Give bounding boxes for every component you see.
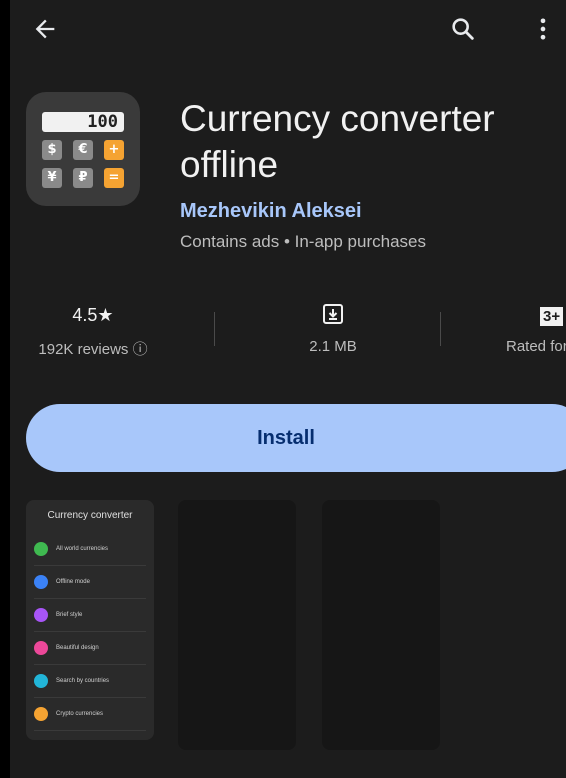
feature-icon xyxy=(34,542,48,556)
feature-divider xyxy=(34,730,146,731)
app-icon-key: $ xyxy=(42,140,62,160)
app-icon-key: ₽ xyxy=(73,168,93,188)
screenshot-feature-item: Calculator xyxy=(34,736,146,740)
stat-divider xyxy=(214,312,215,346)
screenshot-feature-item: Beautiful design xyxy=(34,637,146,659)
screenshot-feature-item: Search by countries xyxy=(34,670,146,692)
feature-icon xyxy=(34,608,48,622)
app-details-screen: 100 $ € + ¥ ₽ = Currency converter offli… xyxy=(10,0,566,778)
app-meta: Contains ads • In-app purchases xyxy=(180,232,426,251)
feature-divider xyxy=(34,598,146,599)
screenshot-feature-item: Offline mode xyxy=(34,571,146,593)
screenshot-thumbnail[interactable] xyxy=(178,500,296,750)
feature-divider xyxy=(34,664,146,665)
screenshot-feature-item: Crypto currencies xyxy=(34,703,146,725)
feature-label: All world currencies xyxy=(56,546,109,552)
content-rating-label: Rated for xyxy=(506,338,566,355)
rating-stat[interactable]: 4.5★ 192K reviews ⓘ xyxy=(18,302,168,359)
app-size: 2.1 MB xyxy=(309,338,357,355)
feature-divider xyxy=(34,565,146,566)
feature-icon xyxy=(34,674,48,688)
feature-label: Brief style xyxy=(56,612,83,618)
feature-icon xyxy=(34,707,48,721)
screenshot-thumbnail[interactable] xyxy=(322,500,440,750)
download-icon xyxy=(271,302,395,328)
feature-divider xyxy=(34,631,146,632)
reviews-count: 192K reviews ⓘ xyxy=(38,341,148,358)
screenshot-thumbnail[interactable]: Currency converter All world currencies O… xyxy=(26,500,154,740)
feature-icon xyxy=(34,575,48,589)
feature-icon xyxy=(34,641,48,655)
screenshot-feature-item: All world currencies xyxy=(34,538,146,560)
app-icon-key: ¥ xyxy=(42,168,62,188)
screenshot-title: Currency converter xyxy=(47,510,133,521)
feature-label: Beautiful design xyxy=(56,645,99,651)
screenshot-feature-item: Brief style xyxy=(34,604,146,626)
feature-label: Search by countries xyxy=(56,678,110,684)
app-icon: 100 $ € + ¥ ₽ = xyxy=(26,92,140,206)
stat-divider xyxy=(440,312,441,346)
feature-label: Offline mode xyxy=(56,579,90,585)
search-icon[interactable] xyxy=(446,12,480,46)
app-icon-key: + xyxy=(104,140,124,160)
size-stat: 2.1 MB xyxy=(271,302,395,355)
feature-label: Crypto currencies xyxy=(56,711,104,717)
rating-value: 4.5★ xyxy=(72,305,114,325)
app-icon-display: 100 xyxy=(42,112,124,132)
more-vert-icon[interactable] xyxy=(526,12,560,46)
content-rating-badge: 3+ xyxy=(540,307,564,326)
top-app-bar xyxy=(10,0,566,60)
app-title: Currency converter offline xyxy=(180,98,495,185)
app-icon-key: = xyxy=(104,168,124,188)
install-label: Install xyxy=(257,426,315,449)
content-rating-stat[interactable]: 3+ Rated for xyxy=(506,302,566,355)
install-button[interactable]: Install xyxy=(26,404,566,472)
app-icon-key: € xyxy=(73,140,93,160)
back-arrow-icon[interactable] xyxy=(28,12,62,46)
feature-divider xyxy=(34,697,146,698)
developer-link[interactable]: Mezhevikin Aleksei xyxy=(180,200,362,223)
